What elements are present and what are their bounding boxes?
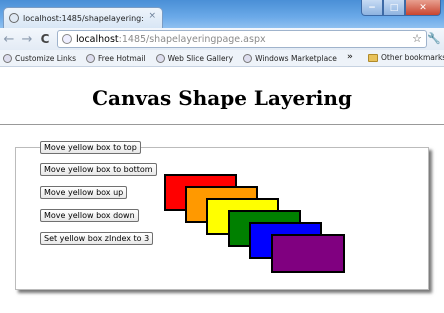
browser-tab[interactable]: localhost:1485/shapelayering: × (3, 7, 163, 28)
bookmark-icon (86, 53, 96, 63)
forward-button[interactable]: → (18, 30, 36, 48)
bookmark-free-hotmail[interactable]: Free Hotmail (86, 53, 146, 63)
back-button[interactable]: ← (0, 30, 18, 48)
window-controls: − □ ✕ (361, 0, 441, 16)
bookmark-icon (155, 53, 165, 63)
other-bookmarks[interactable]: Other bookmarks (368, 53, 444, 62)
purple-box (271, 234, 345, 273)
bookmark-star-icon[interactable]: ☆ (412, 32, 422, 45)
bookmarks-overflow-icon[interactable]: » (347, 52, 353, 62)
folder-icon (368, 53, 378, 62)
page-title: Canvas Shape Layering (92, 86, 352, 110)
window-titlebar: localhost:1485/shapelayering: × − □ ✕ (0, 0, 444, 28)
bookmark-web-slice-gallery[interactable]: Web Slice Gallery (155, 53, 233, 63)
canvas-panel: Move yellow box to top Move yellow box t… (15, 141, 429, 290)
reload-button[interactable]: C (36, 30, 54, 48)
navigation-toolbar: ← → C localhost:1485/shapelayeringpage.a… (0, 28, 444, 50)
tab-title: localhost:1485/shapelayering: (23, 13, 144, 23)
move-yellow-down-button[interactable]: Move yellow box down (40, 209, 139, 222)
minimize-button[interactable]: − (361, 0, 383, 16)
page-content: Canvas Shape Layering Move yellow box to… (0, 68, 444, 313)
maximize-button[interactable]: □ (383, 0, 405, 16)
url-text: localhost:1485/shapelayeringpage.aspx (76, 33, 266, 45)
globe-icon (62, 34, 72, 44)
bookmark-customize-links[interactable]: Customize Links (3, 53, 76, 63)
divider (0, 124, 444, 125)
set-yellow-zindex-button[interactable]: Set yellow box zIndex to 3 (40, 232, 154, 245)
bookmarks-bar: Customize Links Free Hotmail Web Slice G… (0, 50, 444, 67)
page-favicon-icon (9, 13, 19, 23)
move-yellow-up-button[interactable]: Move yellow box up (40, 186, 128, 199)
bookmark-icon (243, 53, 253, 63)
tab-close-icon[interactable]: × (148, 11, 156, 21)
bookmark-icon (3, 53, 12, 63)
close-button[interactable]: ✕ (405, 0, 441, 16)
move-yellow-bottom-button[interactable]: Move yellow box to bottom (40, 163, 157, 176)
move-yellow-top-button[interactable]: Move yellow box to top (40, 141, 141, 154)
bookmark-windows-marketplace[interactable]: Windows Marketplace (243, 53, 337, 63)
wrench-icon[interactable]: 🔧 (427, 32, 441, 45)
address-bar[interactable]: localhost:1485/shapelayeringpage.aspx ☆ (57, 30, 427, 48)
